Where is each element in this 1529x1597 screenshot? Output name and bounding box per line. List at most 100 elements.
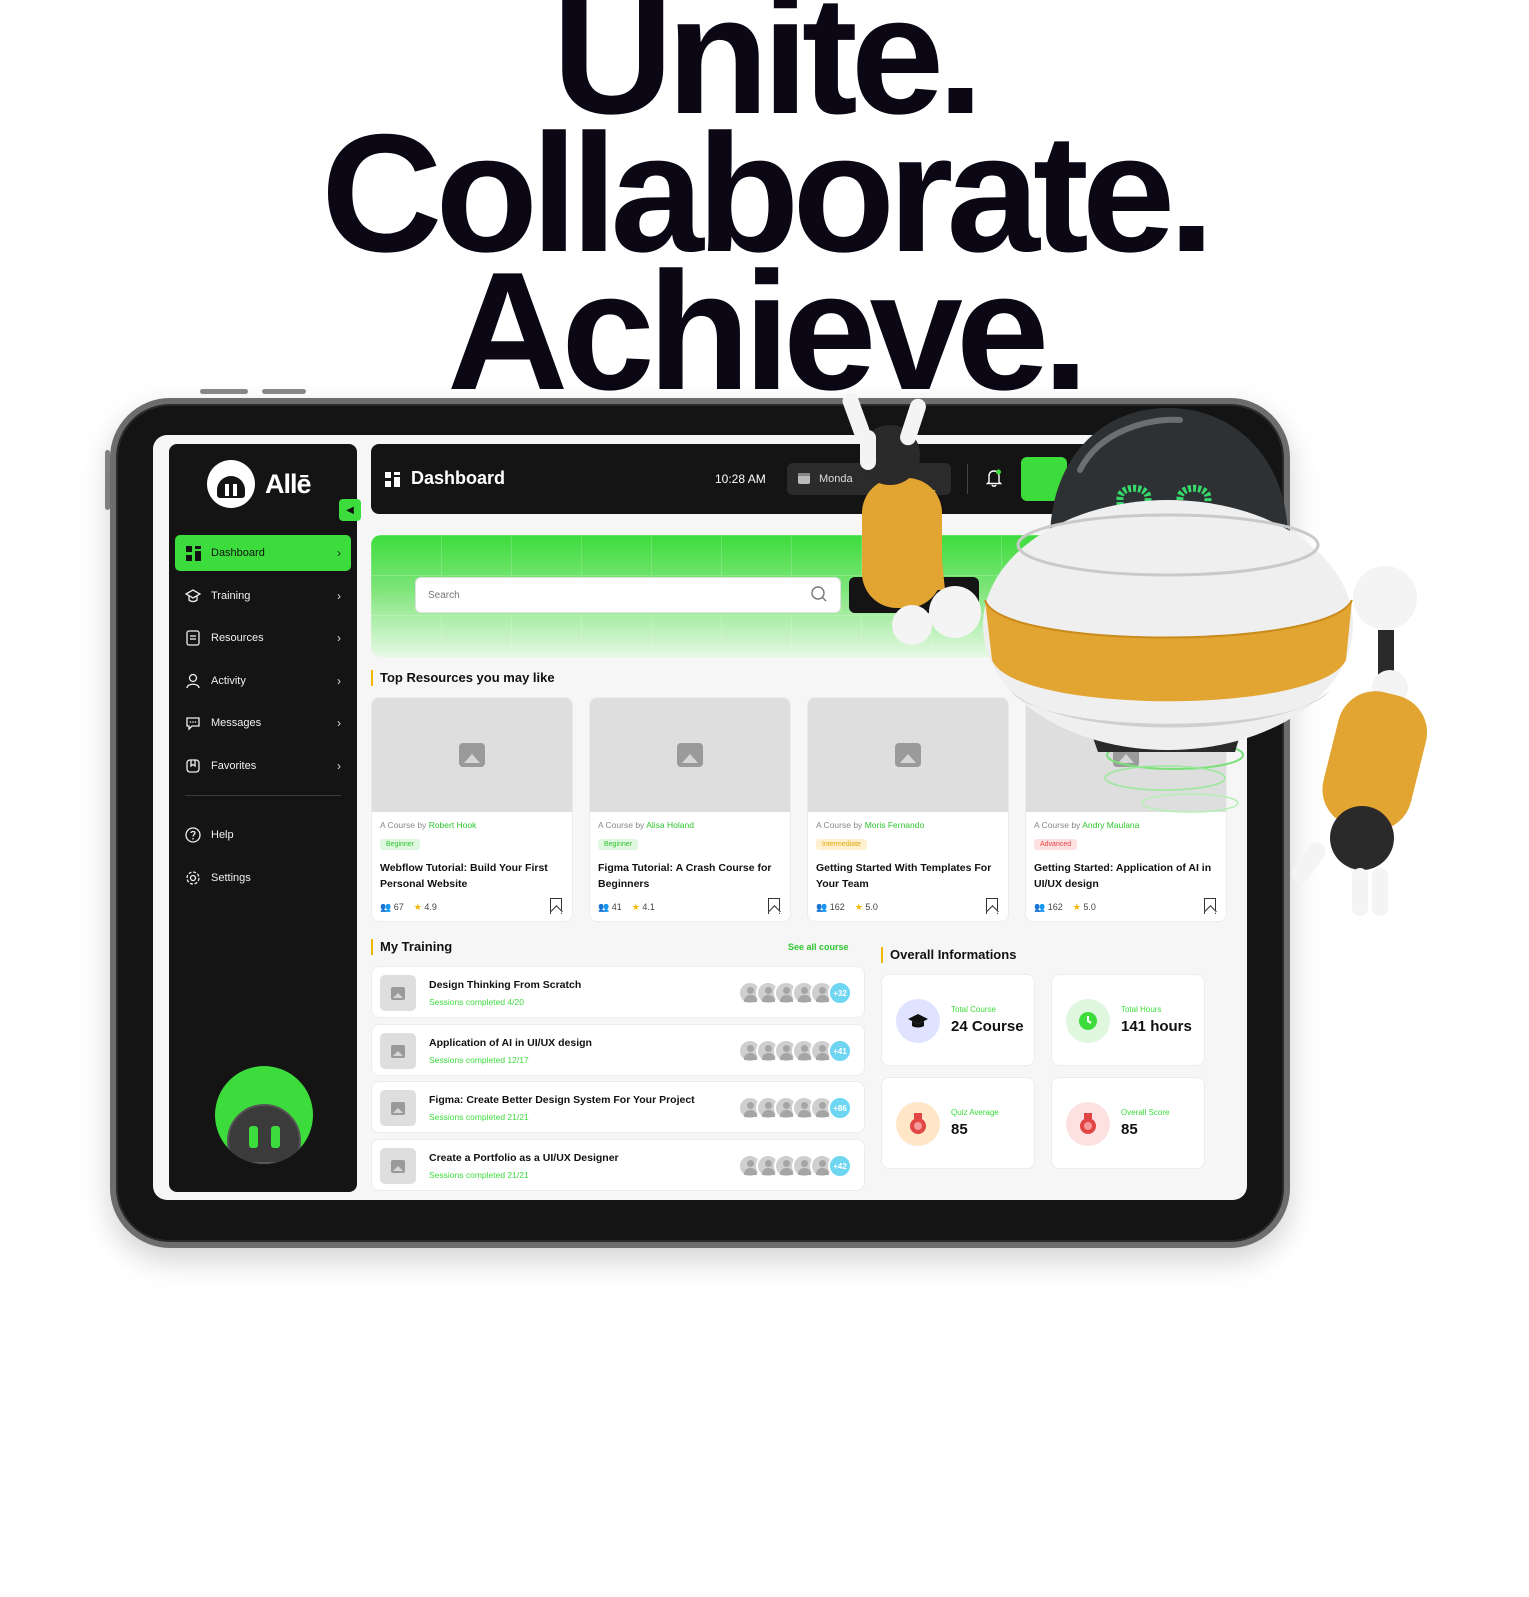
sidebar-item-label: Activity <box>211 674 246 687</box>
sidebar-item-activity[interactable]: Activity › <box>175 663 351 699</box>
training-row[interactable]: Application of AI in UI/UX design Sessio… <box>371 1024 865 1076</box>
chevron-right-icon: › <box>337 631 341 645</box>
chevron-right-icon: › <box>337 673 341 688</box>
see-all-courses-link[interactable]: See all course <box>788 942 849 952</box>
sidebar: Allē ◀ Dashboard › Training › Resources … <box>169 444 361 1192</box>
search-field[interactable] <box>415 577 841 613</box>
sidebar-item-favorites[interactable]: Favorites › <box>175 748 351 784</box>
course-card[interactable]: A Course by Robert Hook Beginner Webflow… <box>371 697 573 922</box>
brand-logo[interactable]: Allē <box>207 460 312 508</box>
assistant-bot-avatar[interactable] <box>215 1066 313 1164</box>
rating: ★ 4.1 <box>632 902 655 913</box>
more-participants-count: +42 <box>828 1154 852 1178</box>
course-card[interactable]: A Course by Alisa Holand Beginner Figma … <box>589 697 791 922</box>
participant-avatars: +32 <box>738 981 852 1005</box>
sidebar-item-label: Settings <box>211 871 251 884</box>
bookmark-icon <box>185 758 201 774</box>
sidebar-item-help[interactable]: Help <box>175 817 351 853</box>
sidebar-item-resources[interactable]: Resources › <box>175 620 351 656</box>
bot-eye <box>249 1126 258 1148</box>
training-row[interactable]: Design Thinking From Scratch Sessions co… <box>371 966 865 1018</box>
course-card[interactable]: A Course by Andry Maulana Advanced Getti… <box>1025 697 1227 922</box>
sidebar-item-training[interactable]: Training › <box>175 578 351 614</box>
date-picker[interactable]: Monda <box>787 463 951 495</box>
course-title[interactable]: Getting Started: Application of AI in UI… <box>1034 860 1214 892</box>
training-progress: Sessions completed 21/21 <box>429 1112 529 1122</box>
sidebar-item-dashboard[interactable]: Dashboard › <box>175 535 351 571</box>
training-progress: Sessions completed 4/20 <box>429 997 524 1007</box>
course-thumbnail <box>808 698 1008 812</box>
people-icon: 👥 <box>380 902 392 912</box>
course-title[interactable]: Figma Tutorial: A Crash Course for Begin… <box>598 860 778 892</box>
author-name[interactable]: Robert Hook <box>429 820 477 830</box>
bookmark-icon[interactable] <box>1204 898 1216 914</box>
image-icon <box>391 1044 405 1058</box>
tablet-volume-button <box>200 389 248 394</box>
rating: ★ 5.0 <box>1073 902 1096 913</box>
avatar-icon[interactable] <box>1021 457 1067 501</box>
bookmark-icon[interactable] <box>986 898 998 914</box>
medal-icon <box>1066 1102 1110 1146</box>
course-title[interactable]: Getting Started With Templates For Your … <box>816 860 996 892</box>
rating-value: 4.9 <box>424 902 437 912</box>
sidebar-item-label: Dashboard <box>211 547 265 559</box>
course-author-prefix: A Course by <box>1034 820 1081 830</box>
bookmark-icon[interactable] <box>768 898 780 914</box>
sidebar-item-settings[interactable]: Settings <box>175 860 351 896</box>
stat-card-total-course: Total Course 24 Course <box>881 974 1035 1066</box>
current-time: 10:28 AM <box>715 472 766 486</box>
image-icon <box>391 986 405 1000</box>
rating-value: 5.0 <box>865 902 878 912</box>
help-icon <box>185 827 201 843</box>
sidebar-nav: Dashboard › Training › Resources › Activ… <box>175 535 351 790</box>
course-thumbnail <box>372 698 572 812</box>
training-thumbnail <box>380 1148 416 1184</box>
bell-icon[interactable] <box>985 468 1003 493</box>
image-icon <box>1113 743 1139 767</box>
search-input[interactable] <box>428 589 810 601</box>
author-name[interactable]: Alisa Holand <box>646 820 694 830</box>
students-count: 👥 41 <box>598 902 622 913</box>
course-thumbnail <box>1026 698 1226 812</box>
students-value: 162 <box>1047 902 1063 912</box>
star-icon: ★ <box>413 902 422 912</box>
search-icon[interactable] <box>810 585 828 606</box>
graduation-cap-icon <box>185 588 201 604</box>
sidebar-divider <box>185 795 341 796</box>
resources-section-title: Top Resources you may like <box>371 670 555 686</box>
hero-headline: Unite. Collaborate. Achieve. <box>0 0 1529 415</box>
stat-value: 85 <box>951 1121 968 1138</box>
course-meta: 👥 162 ★ 5.0 <box>816 902 878 913</box>
chat-icon <box>185 715 201 731</box>
training-progress: Sessions completed 12/17 <box>429 1055 529 1065</box>
course-title[interactable]: Webflow Tutorial: Build Your First Perso… <box>380 860 560 892</box>
training-thumbnail <box>380 1033 416 1069</box>
author-name[interactable]: Andry Maulana <box>1082 820 1139 830</box>
search-button[interactable] <box>849 577 979 613</box>
calendar-icon <box>797 471 811 488</box>
image-icon <box>391 1101 405 1115</box>
training-row[interactable]: Figma: Create Better Design System For Y… <box>371 1081 865 1133</box>
document-icon <box>185 630 201 646</box>
training-thumbnail <box>380 975 416 1011</box>
course-author: A Course by Andry Maulana <box>1034 820 1139 830</box>
course-author-prefix: A Course by <box>380 820 427 830</box>
more-participants-count: +32 <box>828 981 852 1005</box>
course-card[interactable]: A Course by Moris Fernando Intermediate … <box>807 697 1009 922</box>
sidebar-item-messages[interactable]: Messages › <box>175 705 351 741</box>
hero-banner <box>371 535 1241 657</box>
gear-icon <box>185 870 201 886</box>
author-name[interactable]: Moris Fernando <box>865 820 925 830</box>
user-icon <box>185 673 201 689</box>
training-row[interactable]: Create a Portfolio as a UI/UX Designer S… <box>371 1139 865 1191</box>
people-icon: 👥 <box>1034 902 1046 912</box>
stat-card-overall-score: Overall Score 85 <box>1051 1077 1205 1169</box>
sidebar-collapse-button[interactable]: ◀ <box>339 499 361 521</box>
tablet-power-button <box>262 389 306 394</box>
level-badge: Intermediate <box>816 839 867 850</box>
logo-icon <box>207 460 255 508</box>
sidebar-bottom-nav: Help Settings <box>175 817 351 902</box>
bookmark-icon[interactable] <box>550 898 562 914</box>
training-section-title: My Training <box>371 939 452 955</box>
grid-icon <box>185 545 201 561</box>
